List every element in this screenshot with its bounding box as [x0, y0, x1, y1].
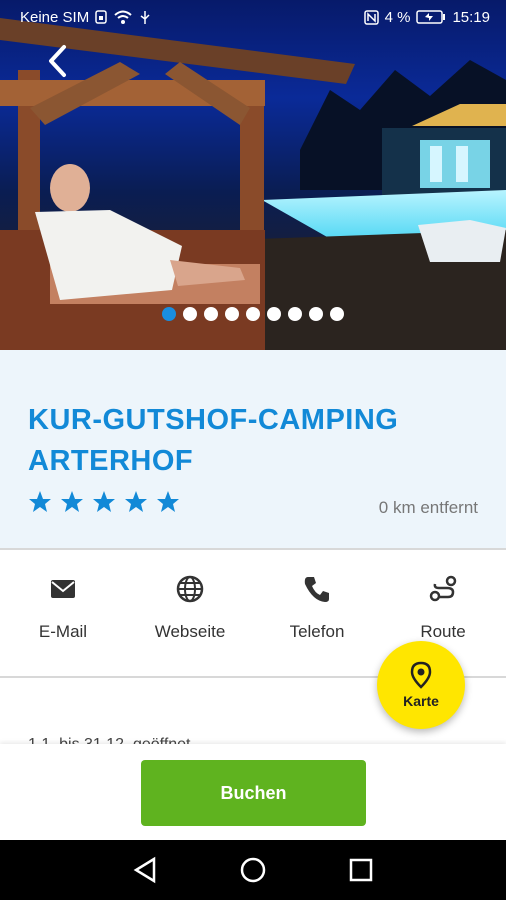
listing-header: KUR-GUTSHOF-CAMPING ARTERHOF 0 km entfer… — [0, 350, 506, 548]
star-icon — [157, 491, 179, 512]
star-icon — [93, 491, 115, 512]
star-icon — [125, 491, 147, 512]
recent-apps-square-icon[interactable] — [346, 855, 376, 885]
website-label: Webseite — [154, 622, 226, 641]
location-pin-icon — [410, 661, 432, 689]
globe-icon — [176, 575, 204, 603]
star-rating — [28, 490, 180, 514]
system-navigation-bar — [0, 840, 506, 900]
listing-title: KUR-GUTSHOF-CAMPING ARTERHOF — [28, 404, 399, 477]
route-action[interactable]: Route — [388, 574, 498, 642]
usb-icon — [140, 10, 150, 24]
status-bar: Keine SIM 4 % 15:19 — [0, 0, 506, 34]
clock: 15:19 — [452, 8, 490, 26]
gallery-dot[interactable] — [267, 307, 281, 321]
battery-icon — [416, 10, 446, 24]
star-icon — [61, 491, 83, 512]
sim-icon — [95, 10, 107, 24]
distance-label: 0 km entfernt — [378, 498, 478, 517]
route-label: Route — [420, 622, 466, 641]
gallery-dot[interactable] — [225, 307, 239, 321]
back-triangle-icon[interactable] — [130, 855, 160, 885]
email-label: E-Mail — [38, 622, 88, 641]
nfc-icon — [363, 9, 379, 25]
website-action[interactable]: Webseite — [135, 574, 245, 642]
mail-icon — [51, 580, 75, 598]
chevron-left-icon — [49, 45, 66, 77]
gallery-dot[interactable] — [309, 307, 323, 321]
phone-action[interactable]: Telefon — [262, 574, 372, 642]
gallery-pagination — [0, 307, 506, 321]
carrier-label: Keine SIM — [20, 8, 90, 26]
star-icon — [29, 491, 51, 512]
gallery-dot[interactable] — [246, 307, 260, 321]
home-circle-icon[interactable] — [238, 855, 268, 885]
opening-hours-text: 1.1. bis 31.12. geöffnet — [28, 736, 191, 744]
battery-percent: 4 % — [384, 8, 411, 26]
phone-label: Telefon — [289, 622, 345, 641]
wifi-icon — [114, 10, 132, 24]
booking-bar: Buchen — [0, 744, 506, 840]
map-button-label: Karte — [403, 693, 439, 709]
gallery-dot[interactable] — [204, 307, 218, 321]
map-button[interactable]: Karte — [377, 641, 465, 729]
phone-icon — [304, 577, 329, 602]
route-icon — [429, 575, 457, 602]
email-action[interactable]: E-Mail — [8, 574, 118, 642]
gallery-dot[interactable] — [162, 307, 176, 321]
back-button[interactable] — [38, 42, 76, 80]
gallery-dot[interactable] — [330, 307, 344, 321]
gallery-dot[interactable] — [288, 307, 302, 321]
gallery-dot[interactable] — [183, 307, 197, 321]
book-button[interactable]: Buchen — [141, 760, 366, 826]
